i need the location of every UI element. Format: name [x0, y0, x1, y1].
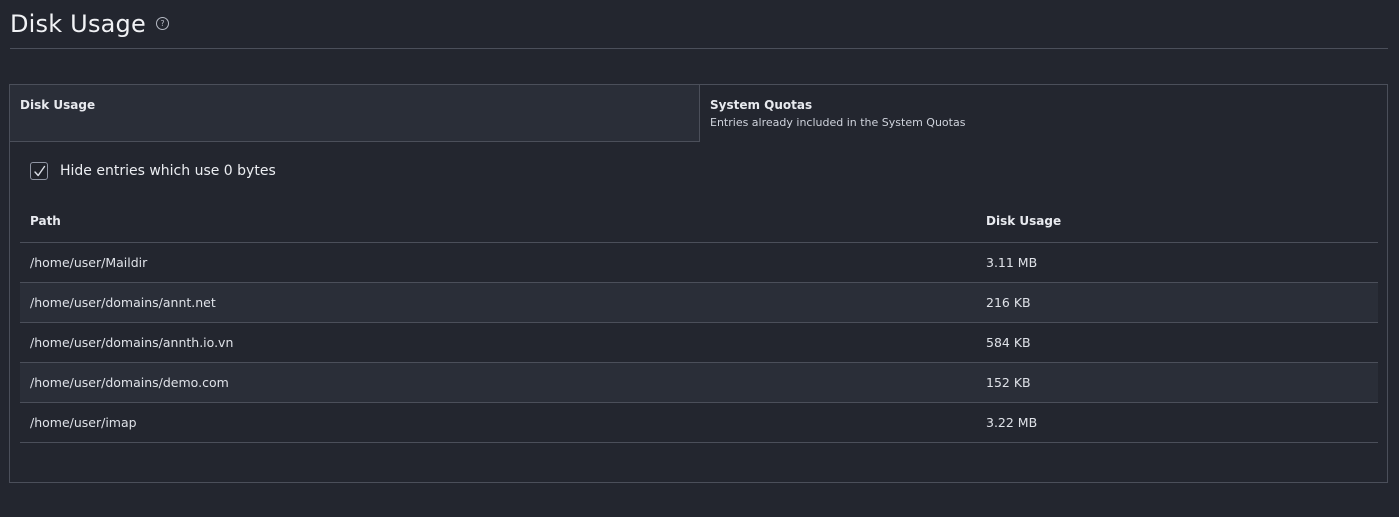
tab-system-quotas-label: System Quotas	[710, 98, 813, 112]
help-circle-icon[interactable]: ?	[156, 17, 169, 30]
tab-disk-usage[interactable]: Disk Usage	[10, 85, 700, 142]
path-cell: /home/user/domains/demo.com	[30, 375, 229, 390]
path-cell: /home/user/Maildir	[30, 255, 148, 270]
page-title: Disk Usage	[10, 10, 146, 38]
usage-cell: 152 KB	[986, 375, 1031, 390]
tab-system-quotas-description: Entries already included in the System Q…	[710, 116, 966, 129]
table-row: /home/user/imap 3.22 MB	[20, 403, 1378, 443]
checkmark-icon	[34, 165, 46, 177]
path-cell: /home/user/imap	[30, 415, 137, 430]
usage-cell: 3.22 MB	[986, 415, 1038, 430]
table-row: /home/user/domains/annt.net 216 KB	[20, 283, 1378, 323]
page-header: Disk Usage ?	[10, 6, 1388, 49]
column-header-disk-usage[interactable]: Disk Usage	[986, 214, 1061, 228]
hide-zero-entries-checkbox[interactable]	[30, 162, 48, 180]
table-row: /home/user/domains/demo.com 152 KB	[20, 363, 1378, 403]
path-cell: /home/user/domains/annt.net	[30, 295, 216, 310]
tab-system-quotas[interactable]: System Quotas Entries already included i…	[700, 85, 1387, 142]
usage-cell: 3.11 MB	[986, 255, 1038, 270]
disk-usage-table: Path Disk Usage /home/user/Maildir 3.11 …	[20, 202, 1378, 443]
usage-cell: 584 KB	[986, 335, 1031, 350]
disk-usage-panel: Disk Usage System Quotas Entries already…	[9, 84, 1388, 483]
table-row: /home/user/Maildir 3.11 MB	[20, 243, 1378, 283]
hide-zero-entries-label: Hide entries which use 0 bytes	[60, 163, 276, 179]
usage-cell: 216 KB	[986, 295, 1031, 310]
table-header-row: Path Disk Usage	[20, 202, 1378, 243]
column-header-path[interactable]: Path	[30, 214, 61, 228]
tab-disk-usage-label: Disk Usage	[20, 98, 96, 112]
path-cell: /home/user/domains/annth.io.vn	[30, 335, 234, 350]
table-row: /home/user/domains/annth.io.vn 584 KB	[20, 323, 1378, 363]
